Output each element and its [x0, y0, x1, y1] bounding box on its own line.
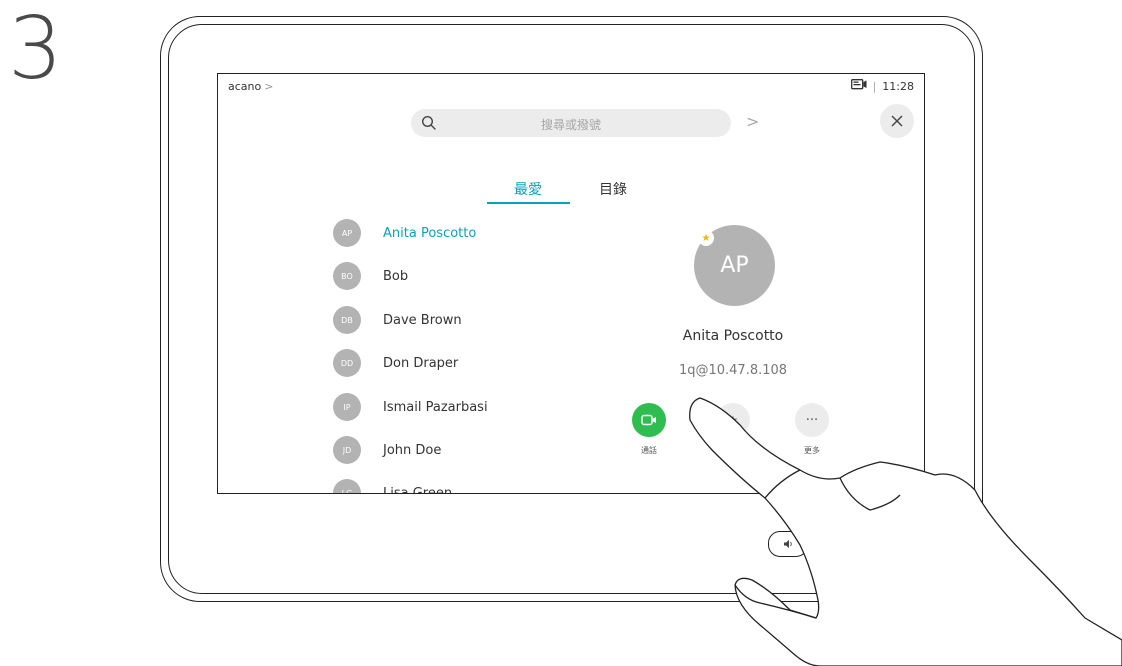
search-placeholder: 搜尋或撥號 [540, 118, 601, 132]
contact-name: Don Draper [383, 355, 459, 371]
status-separator: | [872, 79, 877, 93]
volume-icon [784, 540, 792, 548]
more-button[interactable]: ··· [795, 403, 829, 437]
avatar: BO [333, 262, 361, 290]
call-button[interactable] [632, 403, 666, 437]
avatar: LG [333, 479, 361, 493]
screen-share-icon[interactable] [850, 79, 867, 93]
star-icon: ★ [698, 230, 714, 246]
step-number: 3 [8, 0, 63, 99]
contact-item[interactable]: DB Dave Brown [333, 306, 462, 334]
avatar: IP [333, 393, 361, 421]
breadcrumb-label: acano [228, 80, 262, 93]
volume-button[interactable] [768, 531, 808, 557]
video-call-icon [641, 414, 656, 426]
tab-directory[interactable]: 目錄 [599, 179, 627, 199]
contact-item[interactable]: BO Bob [333, 262, 408, 290]
contact-name: Ismail Pazarbasi [383, 399, 488, 415]
detail-address: 1q@10.47.8.108 [678, 363, 788, 378]
tab-favorites[interactable]: 最愛 [514, 179, 542, 199]
detail-name: Anita Poscotto [682, 328, 784, 344]
search-input[interactable]: 搜尋或撥號 [411, 109, 731, 137]
breadcrumb[interactable]: acano > [228, 80, 273, 93]
close-button[interactable] [880, 104, 914, 138]
call-label: 通話 [641, 446, 657, 455]
status-bar-right: | 11:28 [850, 79, 914, 93]
favorite-button[interactable]: ★ [716, 403, 750, 437]
star-icon: ★ [727, 413, 739, 427]
contact-name: Anita Poscotto [383, 225, 477, 241]
status-time: 11:28 [882, 79, 914, 93]
active-tab-underline [487, 202, 570, 204]
contact-name: Bob [383, 268, 409, 284]
contact-name: Lisa Green [383, 485, 453, 494]
forward-chevron-icon[interactable]: > [746, 112, 759, 131]
avatar: AP [333, 219, 361, 247]
more-icon: ··· [805, 412, 819, 428]
contact-name: Dave Brown [383, 312, 462, 328]
contact-item[interactable]: JD John Doe [333, 436, 441, 464]
contact-item[interactable]: AP Anita Poscotto [333, 219, 476, 247]
avatar: DD [333, 349, 361, 377]
more-label: 更多 [804, 446, 820, 455]
contact-name: John Doe [383, 442, 442, 458]
contact-item[interactable]: LG Lisa Green [333, 479, 453, 494]
avatar: JD [333, 436, 361, 464]
contact-item[interactable]: DD Don Draper [333, 349, 458, 377]
touch-screen: acano > | 11:28 搜尋或撥號 > 最愛 目錄 AP Anita P… [217, 73, 925, 494]
contact-item[interactable]: IP Ismail Pazarbasi [333, 393, 488, 421]
close-icon [891, 115, 903, 127]
breadcrumb-chevron: > [264, 80, 274, 93]
avatar: DB [333, 306, 361, 334]
